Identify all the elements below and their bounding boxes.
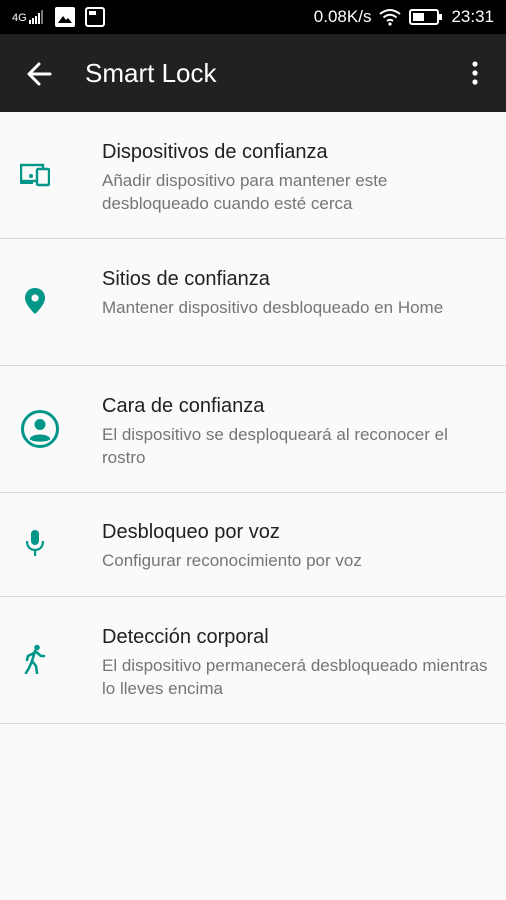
wifi-icon (379, 9, 402, 26)
status-bar: 4G 0.08K/s 23:31 (0, 0, 506, 34)
signal-icon: 4G (12, 10, 45, 24)
list-item-voice-unlock[interactable]: Desbloqueo por voz Configurar reconocimi… (0, 493, 506, 597)
data-rate: 0.08K/s (313, 7, 372, 26)
item-title: Sitios de confianza (102, 268, 270, 290)
item-title: Detección corporal (102, 626, 269, 648)
item-subtitle: Mantener dispositivo desbloqueado en Hom… (102, 298, 444, 317)
devices-icon (20, 163, 50, 187)
item-subtitle: Configurar reconocimiento por voz (102, 551, 362, 570)
clock: 23:31 (451, 7, 494, 26)
battery-icon (409, 9, 443, 25)
item-title: Dispositivos de confianza (102, 141, 328, 163)
list-item-trusted-places[interactable]: Sitios de confianza Mantener dispositivo… (0, 239, 506, 366)
overflow-menu-icon[interactable] (462, 60, 488, 86)
walking-person-icon (24, 644, 46, 674)
network-type: 4G (12, 12, 27, 24)
list-item-trusted-devices[interactable]: Dispositivos de confianza Añadir disposi… (0, 112, 506, 239)
face-icon (21, 410, 59, 448)
location-pin-icon (25, 288, 45, 314)
item-title: Cara de confianza (102, 395, 265, 417)
page-title: Smart Lock (85, 58, 217, 88)
item-subtitle: El dispositivo se desploqueará al recono… (102, 425, 448, 467)
item-subtitle: Añadir dispositivo para mantener este de… (102, 171, 388, 213)
list-item-on-body-detection[interactable]: Detección corporal El dispositivo perman… (0, 597, 506, 724)
item-subtitle: El dispositivo permanecerá desbloqueado … (102, 656, 488, 698)
item-title: Desbloqueo por voz (102, 521, 280, 543)
list-item-trusted-face[interactable]: Cara de confianza El dispositivo se desp… (0, 366, 506, 493)
back-arrow-icon[interactable] (26, 61, 52, 87)
microphone-icon (25, 530, 45, 556)
image-notification-icon (54, 7, 75, 27)
smart-lock-options-list: Dispositivos de confianza Añadir disposi… (0, 112, 506, 724)
screenshot-notification-icon (84, 7, 105, 27)
app-bar: Smart Lock (0, 34, 506, 112)
